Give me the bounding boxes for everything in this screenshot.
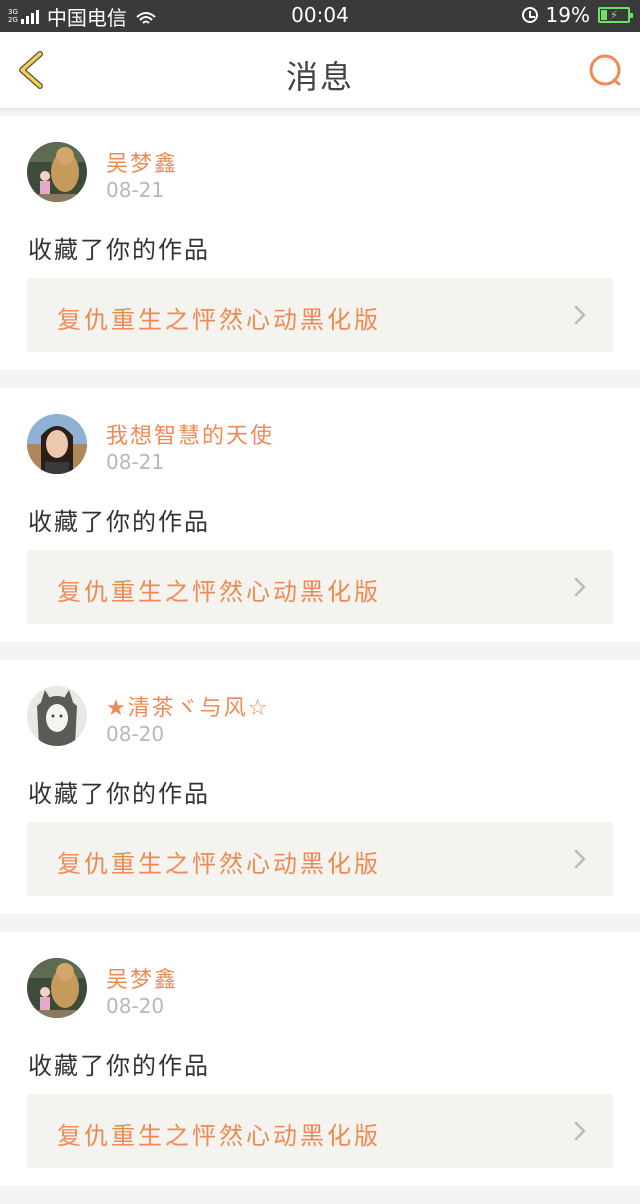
message-date: 08-21	[106, 450, 165, 474]
work-title: 复仇重生之怦然心动黑化版	[57, 306, 381, 334]
search-button[interactable]	[586, 52, 626, 92]
message-action: 收藏了你的作品	[28, 508, 210, 536]
work-title: 复仇重生之怦然心动黑化版	[57, 1122, 381, 1150]
work-link[interactable]: 复仇重生之怦然心动黑化版	[27, 1094, 613, 1168]
work-link[interactable]: 复仇重生之怦然心动黑化版	[27, 550, 613, 624]
avatar[interactable]	[27, 142, 87, 202]
username[interactable]: ★清茶ヾ与风☆	[106, 690, 269, 722]
message-card: 我想智慧的天使 08-21 收藏了你的作品 复仇重生之怦然心动黑化版	[0, 388, 640, 642]
message-action: 收藏了你的作品	[28, 780, 210, 808]
avatar[interactable]	[27, 414, 87, 474]
message-card: ★清茶ヾ与风☆ 08-20 收藏了你的作品 复仇重生之怦然心动黑化版	[0, 660, 640, 914]
work-title: 复仇重生之怦然心动黑化版	[57, 850, 381, 878]
chevron-right-icon	[574, 305, 586, 325]
work-link[interactable]: 复仇重生之怦然心动黑化版	[27, 822, 613, 896]
app-header: 消息	[0, 32, 640, 109]
work-title: 复仇重生之怦然心动黑化版	[57, 578, 381, 606]
message-date: 08-20	[106, 722, 165, 746]
work-link[interactable]: 复仇重生之怦然心动黑化版	[27, 278, 613, 352]
chevron-right-icon	[574, 1121, 586, 1141]
message-list: 吴梦鑫 08-21 收藏了你的作品 复仇重生之怦然心动黑化版 我想智慧的天使 0…	[0, 116, 640, 1204]
message-card: 吴梦鑫 08-20 收藏了你的作品 复仇重生之怦然心动黑化版	[0, 932, 640, 1186]
message-action: 收藏了你的作品	[28, 1052, 210, 1080]
status-bar: 3G 2G 中国电信 00:04 19% ⚡	[0, 0, 640, 32]
alarm-icon	[521, 7, 538, 23]
message-date: 08-21	[106, 178, 165, 202]
page-title: 消息	[285, 58, 354, 96]
search-icon	[589, 54, 621, 86]
message-card: 吴梦鑫 08-21 收藏了你的作品 复仇重生之怦然心动黑化版	[0, 116, 640, 370]
chevron-right-icon	[574, 849, 586, 869]
username[interactable]: 吴梦鑫	[106, 962, 178, 994]
battery-percent: 19%	[545, 3, 590, 27]
username[interactable]: 我想智慧的天使	[106, 418, 274, 450]
message-date: 08-20	[106, 994, 165, 1018]
username[interactable]: 吴梦鑫	[106, 146, 178, 178]
chevron-right-icon	[574, 577, 586, 597]
battery-icon: ⚡	[598, 7, 633, 23]
message-action: 收藏了你的作品	[28, 236, 210, 264]
avatar[interactable]	[27, 686, 87, 746]
avatar[interactable]	[27, 958, 87, 1018]
